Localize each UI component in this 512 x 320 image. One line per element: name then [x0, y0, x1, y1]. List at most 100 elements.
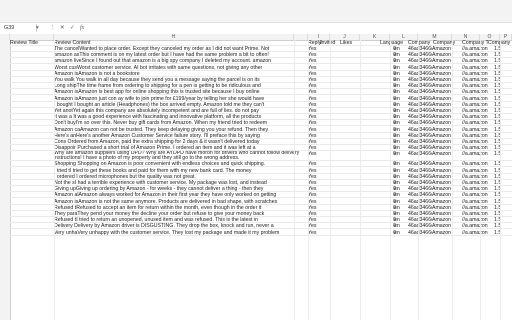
company-rating-cell[interactable]: 1.5	[494, 161, 510, 166]
language-cell[interactable]: en	[394, 120, 408, 125]
company-rating-cell[interactable]: 1.5	[494, 223, 510, 228]
company-rating-cell[interactable]: 1.5	[494, 89, 510, 94]
language-cell[interactable]: en	[394, 186, 408, 191]
likes-cell[interactable]: 0	[376, 83, 396, 88]
company-url-cell[interactable]: //a.amazon	[462, 174, 488, 179]
review-content-cell[interactable]: You walk You walk in all day because the…	[54, 77, 304, 82]
review-content-cell[interactable]: I tried tI tried to get these books and …	[54, 168, 304, 173]
company-url-cell[interactable]: //a.amazon	[462, 89, 488, 94]
company-rating-cell[interactable]: 1.5	[494, 52, 510, 57]
company-id-cell[interactable]: 46ad3466c	[408, 52, 432, 57]
likes-cell[interactable]: 0	[376, 127, 396, 132]
language-cell[interactable]: en	[394, 96, 408, 101]
company-id-cell[interactable]: 46ad3466c	[408, 230, 432, 235]
company-url-cell[interactable]: //a.amazon	[462, 145, 488, 150]
language-cell[interactable]: en	[394, 145, 408, 150]
header-review-content[interactable]: Review Content	[54, 40, 294, 45]
likes-cell[interactable]: 0	[376, 120, 396, 125]
company-id-cell[interactable]: 46ad3466c	[408, 96, 432, 101]
likes-cell[interactable]: 0	[376, 52, 396, 57]
language-cell[interactable]: en	[394, 230, 408, 235]
company-id-cell[interactable]: 46ad3466c	[408, 186, 432, 191]
company-url-cell[interactable]: //a.amazon	[462, 127, 488, 132]
review-content-cell[interactable]: Worst cusWorst customer service. AI bot …	[54, 65, 304, 70]
company-rating-cell[interactable]: 1.5	[494, 168, 510, 173]
likes-cell[interactable]: 0	[376, 46, 396, 51]
review-content-cell[interactable]: Very unhaVery unhappy with the customer …	[54, 230, 304, 235]
name-box[interactable]: G39	[2, 24, 37, 32]
company-rating-cell[interactable]: 1.5	[494, 120, 510, 125]
language-cell[interactable]: en	[394, 71, 408, 76]
reply-cell[interactable]: Yes	[308, 145, 320, 150]
company-rating-cell[interactable]: 1.5	[494, 151, 510, 160]
company-id-cell[interactable]: 46ad3466c	[408, 180, 432, 185]
company-rating-cell[interactable]: 1.5	[494, 211, 510, 216]
language-cell[interactable]: en	[394, 217, 408, 222]
company-rating-cell[interactable]: 1.5	[494, 58, 510, 63]
review-content-cell[interactable]: Refused tRefused to accept an item for r…	[54, 205, 304, 210]
cancel-icon[interactable]: ✕	[60, 24, 65, 32]
function-icon[interactable]: fx	[80, 24, 84, 32]
language-cell[interactable]: en	[394, 102, 408, 107]
reply-cell[interactable]: Yes	[308, 151, 320, 160]
company-id-cell[interactable]: 46ad3466c	[408, 89, 432, 94]
reply-cell[interactable]: Yes	[308, 71, 320, 76]
reply-cell[interactable]: Yes	[308, 205, 320, 210]
review-content-cell[interactable]: Amazon isAmazon is not a bookstore	[54, 71, 304, 76]
review-content-cell[interactable]: amazon liveSince I found out that amazon…	[54, 58, 304, 63]
company-id-cell[interactable]: 46ad3466c	[408, 168, 432, 173]
company-rating-cell[interactable]: 1.5	[494, 102, 510, 107]
enter-icon[interactable]: ✓	[70, 24, 75, 32]
company-url-cell[interactable]: //a.amazon	[462, 133, 488, 138]
reply-cell[interactable]: Yes	[308, 174, 320, 179]
reply-cell[interactable]: Yes	[308, 230, 320, 235]
company-url-cell[interactable]: //a.amazon	[462, 186, 488, 191]
language-cell[interactable]: en	[394, 77, 408, 82]
review-content-cell[interactable]: Amazon alAmazon always worked for Amazon…	[54, 192, 304, 197]
language-cell[interactable]: en	[394, 65, 408, 70]
company-id-cell[interactable]: 46ad3466c	[408, 145, 432, 150]
review-content-cell[interactable]: Refused tI tried to return an unopened, …	[54, 217, 304, 222]
company-id-cell[interactable]: 46ad3466c	[408, 114, 432, 119]
formula-input[interactable]	[92, 24, 492, 32]
language-cell[interactable]: en	[394, 211, 408, 216]
header-language[interactable]: Language	[380, 40, 410, 45]
company-id-cell[interactable]: 46ad3466c	[408, 133, 432, 138]
likes-cell[interactable]: 0	[376, 211, 396, 216]
review-content-cell[interactable]: Long shipThe time frame from ordering to…	[54, 83, 304, 88]
company-rating-cell[interactable]: 1.5	[494, 217, 510, 222]
review-content-cell[interactable]: I bought I bought an article (Headphones…	[54, 102, 304, 107]
reply-cell[interactable]: Yes	[308, 211, 320, 216]
header-company-id[interactable]: Company I	[408, 40, 432, 45]
language-cell[interactable]: en	[394, 161, 408, 166]
company-url-cell[interactable]: //a.amazon	[462, 58, 488, 63]
company-rating-cell[interactable]: 1.5	[494, 77, 510, 82]
likes-cell[interactable]: 0	[376, 151, 396, 160]
likes-cell[interactable]: 0	[376, 65, 396, 70]
language-cell[interactable]: en	[394, 83, 408, 88]
likes-cell[interactable]: 0	[376, 180, 396, 185]
company-id-cell[interactable]: 46ad3466c	[408, 199, 432, 204]
company-id-cell[interactable]: 46ad3466c	[408, 46, 432, 51]
likes-cell[interactable]: 0	[376, 161, 396, 166]
company-rating-cell[interactable]: 1.5	[494, 108, 510, 113]
company-id-cell[interactable]: 46ad3466c	[408, 83, 432, 88]
language-cell[interactable]: en	[394, 205, 408, 210]
company-url-cell[interactable]: //a.amazon	[462, 108, 488, 113]
header-review-title[interactable]: Review Title	[10, 40, 54, 45]
reply-cell[interactable]: Yes	[308, 161, 320, 166]
review-content-cell[interactable]: Giving upGiving up ordering by Amazon - …	[54, 186, 304, 191]
review-content-cell[interactable]: They paraThey pend your money the declin…	[54, 211, 304, 216]
review-content-cell[interactable]: Don't buyI'm so over this. Never buy gif…	[54, 120, 304, 125]
likes-cell[interactable]: 0	[376, 139, 396, 144]
company-rating-cell[interactable]: 1.5	[494, 205, 510, 210]
more-options-icon[interactable]: ⋮	[50, 24, 55, 32]
company-id-cell[interactable]: 46ad3466c	[408, 65, 432, 70]
language-cell[interactable]: en	[394, 127, 408, 132]
company-rating-cell[interactable]: 1.5	[494, 83, 510, 88]
review-content-cell[interactable]: Delivery Delivery by Amazon driver is DI…	[54, 223, 304, 228]
likes-cell[interactable]: 0	[376, 199, 396, 204]
company-rating-cell[interactable]: 1.5	[494, 127, 510, 132]
company-url-cell[interactable]: //a.amazon	[462, 161, 488, 166]
company-id-cell[interactable]: 46ad3466c	[408, 77, 432, 82]
